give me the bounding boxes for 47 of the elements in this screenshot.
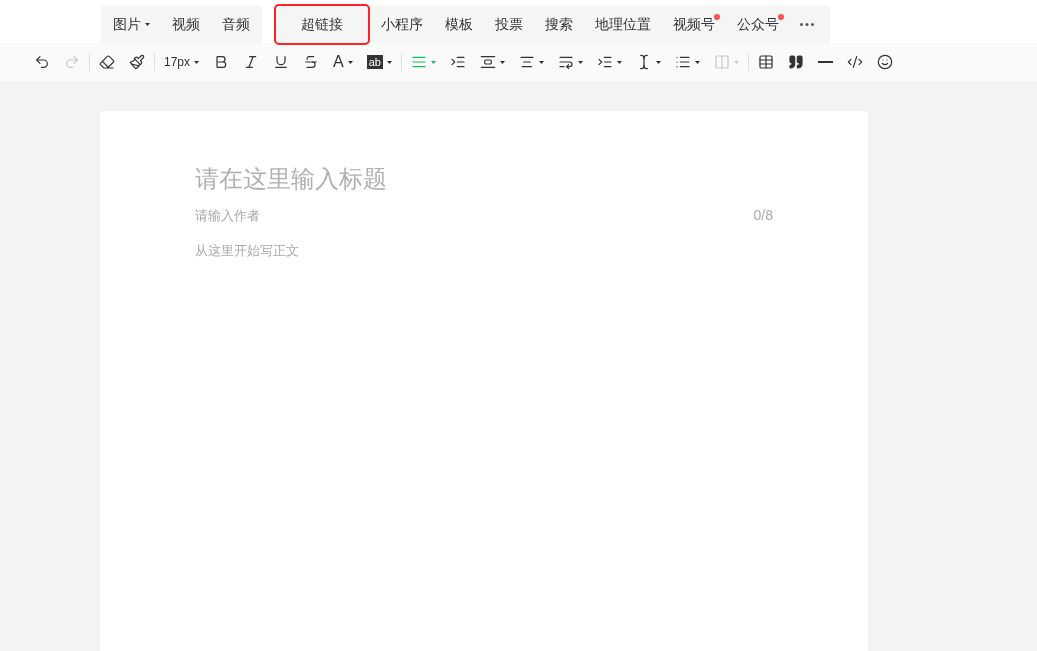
caret-icon	[694, 60, 700, 64]
horizontal-rule-icon	[817, 61, 833, 63]
insert-tab[interactable]: 小程序	[370, 6, 434, 43]
font-color-button[interactable]: A	[326, 48, 360, 76]
table-icon	[757, 54, 774, 70]
code-icon	[846, 54, 863, 70]
insert-tab[interactable]: 视频	[161, 6, 211, 43]
caret-icon	[194, 60, 200, 64]
caret-icon	[655, 60, 661, 64]
caret-icon	[577, 60, 583, 64]
align-justify-icon	[410, 54, 427, 70]
spacing-icon	[479, 54, 496, 70]
author-char-count: 0/8	[753, 205, 773, 225]
caret-icon	[499, 60, 505, 64]
insert-tab[interactable]: 公众号	[726, 6, 790, 43]
caret-icon	[538, 60, 544, 64]
line-indent-icon	[596, 54, 613, 70]
emoji-icon	[876, 54, 893, 70]
strikethrough-icon	[303, 54, 320, 70]
align-center-icon	[518, 54, 535, 70]
underline-icon	[273, 54, 290, 70]
caret-icon	[430, 60, 436, 64]
caret-icon	[145, 23, 150, 26]
quote-icon	[787, 54, 804, 70]
caret-icon	[616, 60, 622, 64]
list-icon	[674, 54, 691, 70]
insert-tab[interactable]: 模板	[434, 6, 484, 43]
font-size-dropdown[interactable]: 17px	[157, 48, 207, 76]
insert-tab[interactable]: 视频号	[662, 6, 726, 43]
highlight-button[interactable]: ab	[359, 48, 399, 76]
more-icon	[800, 23, 814, 26]
undo-icon	[34, 54, 50, 70]
brush-icon	[129, 54, 145, 70]
insert-tab[interactable]: 投票	[484, 6, 534, 43]
redo-icon	[64, 54, 80, 70]
indent-icon	[449, 54, 466, 70]
insert-tab[interactable]: 图片	[102, 6, 161, 43]
paragraph-icon	[557, 54, 574, 70]
caret-icon	[347, 60, 353, 64]
insert-tab[interactable]: 音频	[211, 6, 261, 43]
caret-icon	[386, 60, 392, 64]
insert-tab[interactable]: 地理位置	[584, 6, 662, 43]
columns-icon	[713, 54, 730, 70]
eraser-icon	[99, 54, 115, 70]
caret-icon	[733, 60, 739, 64]
insert-tab[interactable]: 搜索	[534, 6, 584, 43]
insert-tab[interactable]: 超链接	[276, 6, 368, 43]
